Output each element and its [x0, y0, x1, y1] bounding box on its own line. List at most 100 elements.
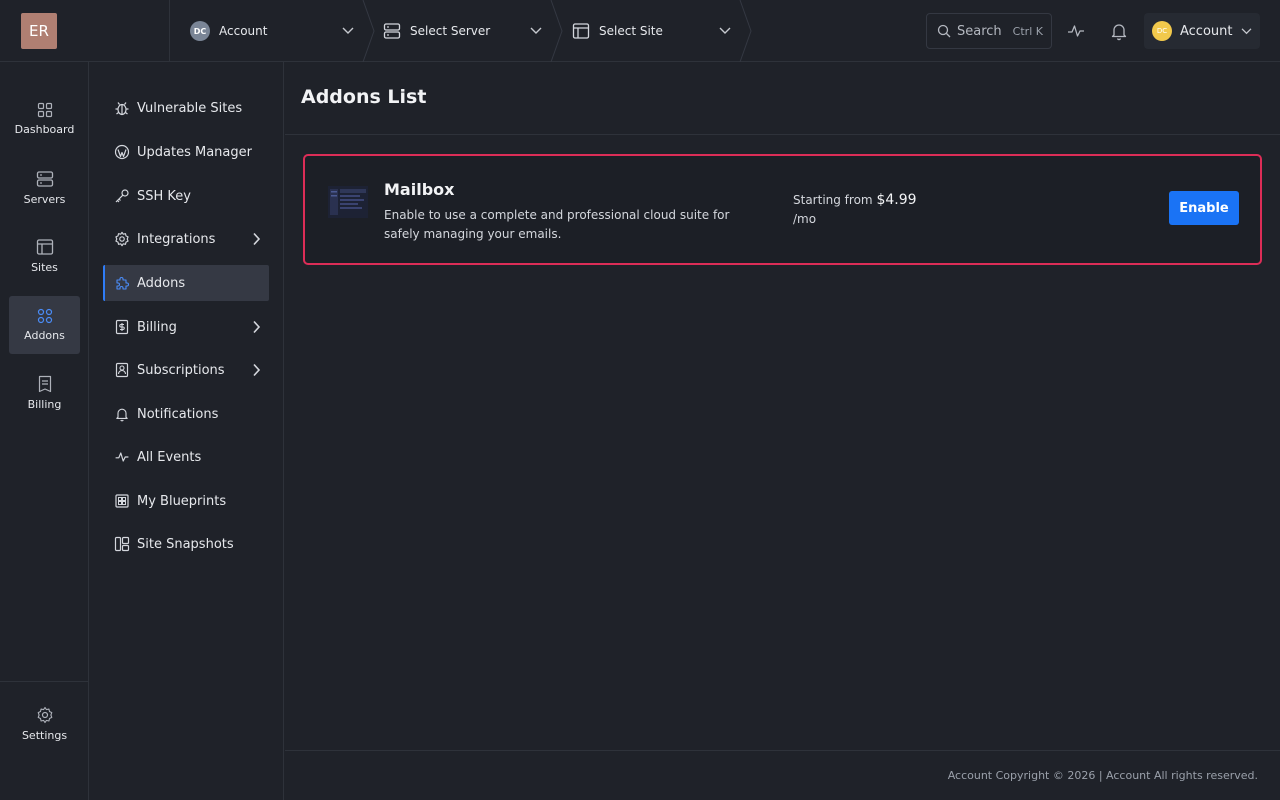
chevron-down-icon: [1241, 27, 1251, 34]
rail-item-label: Settings: [21, 729, 68, 742]
addon-price: Starting from $4.99 /mo: [793, 191, 917, 229]
nav-item-my-blueprints[interactable]: My Blueprints: [103, 483, 269, 519]
receipt-icon: [38, 375, 51, 393]
top-bar: ER DC Account Select Server Select Site …: [0, 0, 1280, 62]
key-icon: [115, 189, 129, 203]
notifications-button[interactable]: [1110, 21, 1128, 41]
server-icon: [383, 23, 401, 39]
bell-icon: [116, 408, 128, 422]
nav-item-billing[interactable]: Billing: [103, 309, 269, 345]
addon-name: Mailbox: [384, 180, 455, 199]
nav-item-label: Subscriptions: [137, 362, 225, 378]
nav-item-subscriptions[interactable]: Subscriptions: [103, 352, 269, 388]
rail-item-addons[interactable]: Addons: [9, 296, 80, 354]
divider: [169, 0, 170, 62]
wordpress-icon: [114, 144, 130, 160]
browser-icon: [572, 23, 590, 39]
site-selector-label: Select Site: [599, 24, 663, 38]
server-icon: [36, 171, 53, 187]
rail-item-label: Servers: [23, 193, 66, 206]
divider: [285, 134, 1280, 135]
invoice-icon: [115, 319, 129, 335]
site-selector[interactable]: Select Site: [572, 0, 742, 62]
rail-item-settings[interactable]: Settings: [9, 695, 80, 753]
rail-item-servers[interactable]: Servers: [9, 159, 80, 217]
gear-icon: [115, 231, 129, 247]
rail-item-label: Dashboard: [14, 123, 75, 136]
rail-item-billing[interactable]: Billing: [9, 364, 80, 422]
addon-description: Enable to use a complete and professiona…: [384, 208, 730, 241]
footer-copyright: Account Copyright © 2026 | Account All r…: [947, 769, 1258, 782]
nav-item-label: Addons: [137, 275, 186, 291]
primary-nav: Dashboard Servers Sites Addons Billing S…: [0, 62, 89, 800]
chevron-right-icon: [253, 320, 261, 334]
chevron-down-icon: [719, 27, 731, 34]
search-shortcut: Ctrl K: [1012, 24, 1043, 38]
activity-icon: [1068, 25, 1084, 37]
nav-item-site-snapshots[interactable]: Site Snapshots: [103, 526, 269, 562]
secondary-nav: Vulnerable Sites Updates Manager SSH Key…: [89, 62, 284, 800]
page-title: Addons List: [301, 86, 427, 108]
divider: [0, 681, 88, 682]
grid-icon: [37, 102, 52, 118]
breadcrumb-separator: [739, 0, 752, 62]
nav-item-label: Vulnerable Sites: [137, 100, 243, 116]
price-period: /mo: [793, 212, 817, 226]
search-button[interactable]: Search Ctrl K: [926, 13, 1052, 49]
nav-item-label: SSH Key: [137, 188, 191, 204]
nav-item-label: All Events: [137, 449, 202, 465]
breadcrumb-separator: [362, 0, 375, 62]
puzzle-icon: [116, 277, 129, 290]
enable-button[interactable]: Enable: [1169, 191, 1239, 225]
rail-item-label: Sites: [31, 261, 58, 274]
nav-item-all-events[interactable]: All Events: [103, 439, 269, 475]
snapshot-icon: [114, 536, 130, 552]
nav-item-label: My Blueprints: [137, 493, 227, 509]
bug-icon: [115, 102, 129, 116]
nav-item-notifications[interactable]: Notifications: [103, 396, 269, 432]
mailbox-screenshot-icon: [328, 186, 368, 218]
nav-item-label: Site Snapshots: [137, 536, 234, 552]
nav-item-label: Notifications: [137, 406, 219, 422]
browser-icon: [36, 239, 53, 255]
search-icon: [937, 24, 951, 38]
subscription-icon: [115, 362, 129, 378]
nav-item-addons[interactable]: Addons: [103, 265, 269, 301]
main-content: Addons List Mailbox Enable to use a comp…: [285, 62, 1280, 750]
nav-item-ssh-key[interactable]: SSH Key: [103, 178, 269, 214]
search-label: Search: [957, 23, 1002, 39]
nav-item-vulnerable-sites[interactable]: Vulnerable Sites: [103, 90, 269, 126]
price-prefix: Starting from: [793, 193, 873, 207]
rail-item-label: Billing: [27, 398, 62, 411]
server-selector-label: Select Server: [410, 24, 491, 38]
breadcrumb-separator: [550, 0, 563, 62]
blueprint-icon: [115, 494, 129, 508]
user-menu-label: Account: [1180, 23, 1233, 39]
user-menu[interactable]: DC Account: [1144, 13, 1260, 49]
addon-card-mailbox: Mailbox Enable to use a complete and pro…: [303, 154, 1262, 265]
nav-item-integrations[interactable]: Integrations: [103, 221, 269, 257]
chevron-right-icon: [253, 363, 261, 377]
nav-item-label: Updates Manager: [137, 144, 252, 160]
account-selector[interactable]: DC Account: [190, 0, 365, 62]
chevron-right-icon: [253, 232, 261, 246]
account-selector-label: Account: [219, 24, 268, 38]
price-amount: $4.99: [876, 192, 917, 208]
bell-icon: [1111, 24, 1127, 41]
rail-item-dashboard[interactable]: Dashboard: [9, 90, 80, 148]
logo[interactable]: ER: [21, 13, 57, 49]
nav-item-label: Billing: [137, 319, 177, 335]
activity-button[interactable]: [1066, 21, 1086, 41]
addons-icon: [37, 308, 52, 324]
account-avatar: DC: [190, 21, 210, 41]
rail-item-sites[interactable]: Sites: [9, 227, 80, 285]
server-selector[interactable]: Select Server: [383, 0, 553, 62]
mailbox-addon-image: [328, 186, 368, 218]
rail-item-label: Addons: [24, 329, 65, 342]
chevron-down-icon: [342, 27, 354, 34]
footer: Account Copyright © 2026 | Account All r…: [285, 750, 1280, 800]
nav-item-label: Integrations: [137, 231, 216, 247]
user-avatar: DC: [1152, 21, 1172, 41]
chevron-down-icon: [530, 27, 542, 34]
nav-item-updates-manager[interactable]: Updates Manager: [103, 134, 269, 170]
